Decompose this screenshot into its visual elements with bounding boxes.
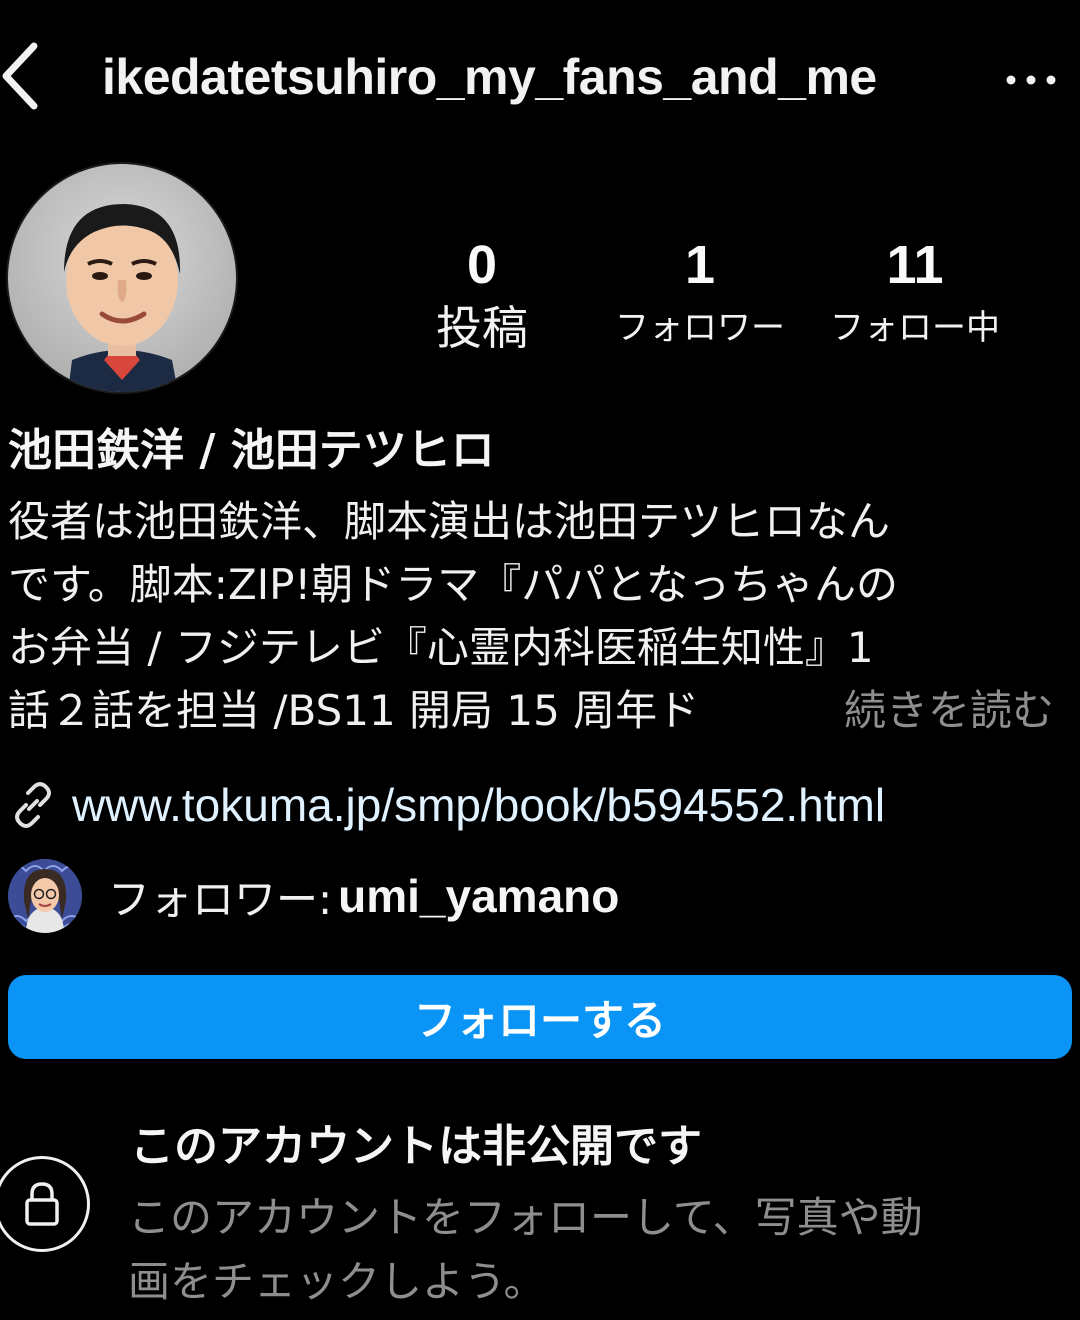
link-icon [8,780,58,830]
more-horizontal-icon[interactable] [1002,52,1060,102]
profile-link-text[interactable]: www.tokuma.jp/smp/book/b594552.html [72,778,885,832]
read-more-link[interactable]: 続きを読む [825,679,1054,742]
private-account-description: このアカウントをフォローして、写真や動 画をチェックしよう。 [128,1186,1080,1314]
chevron-left-icon[interactable] [0,36,48,116]
profile-header: ikedatetsuhiro_my_fans_and_me [0,0,1080,150]
following-stat[interactable]: 11 フォロー中 [815,232,1015,358]
bio-line: 役者は池田鉄洋、脚本演出は池田テツヒロなん [8,497,891,546]
private-account-title: このアカウントは非公開です [130,1121,702,1172]
mutual-followers[interactable]: フォロワー: umi_yamano [8,858,619,934]
followers-label: フォロワー [615,308,785,348]
posts-count: 0 [466,235,498,295]
profile-link[interactable]: www.tokuma.jp/smp/book/b594552.html [8,770,885,840]
following-label: フォロー中 [830,308,1000,348]
mutual-follower-avatar[interactable] [8,859,82,933]
following-count: 11 [886,235,944,295]
profile-username: ikedatetsuhiro_my_fans_and_me [102,49,877,105]
follow-button[interactable]: フォローする [8,975,1072,1059]
bio-line: お弁当 / フジテレビ『心霊内科医稲生知性』1 [8,623,874,672]
profile-bio: 役者は池田鉄洋、脚本演出は池田テツヒロなん です。脚本:ZIP!朝ドラマ『パパと… [8,490,1074,742]
display-name: 池田鉄洋 / 池田テツヒロ [8,425,495,476]
followers-stat[interactable]: 1 フォロワー [600,232,800,358]
mutual-follower-username[interactable]: umi_yamano [338,869,619,923]
mutual-followers-label: フォロワー: [108,874,333,924]
followers-count: 1 [684,235,716,295]
bio-last-row: 話２話を担当 /BS11 開局 15 周年ド 続きを読む [8,679,1074,742]
posts-stat: 0 投稿 [412,232,552,358]
private-desc-line: このアカウントをフォローして、写真や動 [128,1193,923,1242]
bio-line: です。脚本:ZIP!朝ドラマ『パパとなっちゃんの [8,560,899,609]
profile-avatar[interactable] [8,164,236,392]
lock-icon [0,1156,90,1252]
posts-label: 投稿 [436,301,528,355]
private-desc-line: 画をチェックしよう。 [128,1257,546,1306]
